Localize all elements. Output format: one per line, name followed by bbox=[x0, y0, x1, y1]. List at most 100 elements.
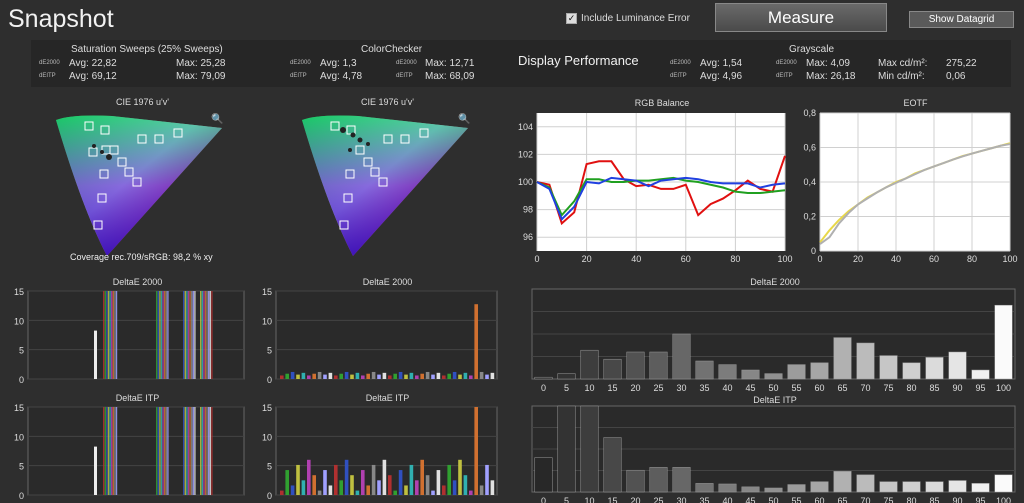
bar bbox=[948, 480, 967, 493]
bar bbox=[431, 490, 435, 495]
sweep-bar bbox=[184, 407, 186, 495]
bar bbox=[458, 459, 462, 495]
x-tick-label: 10 bbox=[584, 496, 594, 503]
y-tick-label: 5 bbox=[267, 462, 272, 472]
x-tick-label: 65 bbox=[837, 383, 847, 393]
bar bbox=[382, 372, 387, 379]
bar bbox=[925, 357, 944, 380]
bar bbox=[672, 467, 691, 493]
x-tick-label: 60 bbox=[929, 254, 939, 264]
sat-max-deitp: Max: 79,09 bbox=[176, 71, 226, 82]
sweep-bar bbox=[189, 407, 191, 495]
bar bbox=[672, 333, 691, 380]
bar bbox=[436, 372, 441, 379]
bar bbox=[833, 471, 852, 493]
x-tick-label: 95 bbox=[975, 496, 985, 503]
sweep-bar bbox=[200, 291, 202, 379]
bar bbox=[355, 490, 360, 495]
bar bbox=[409, 464, 414, 495]
x-tick-label: 80 bbox=[967, 254, 977, 264]
cie-diagram-right[interactable] bbox=[298, 108, 478, 263]
sweep-bar bbox=[191, 291, 193, 379]
x-tick-label: 20 bbox=[582, 254, 592, 264]
bar bbox=[388, 475, 392, 495]
bar bbox=[626, 469, 645, 493]
sweep-bar bbox=[200, 407, 202, 495]
rgb-balance-title: RGB Balance bbox=[634, 98, 690, 108]
search-icon[interactable]: 🔍 bbox=[458, 114, 470, 125]
x-tick-label: 20 bbox=[630, 383, 640, 393]
bar bbox=[741, 486, 760, 493]
sweep-bar bbox=[104, 407, 106, 495]
sweep-bar bbox=[103, 291, 105, 379]
stats-panel: Saturation Sweeps (25% Sweeps) dE2000 Av… bbox=[31, 40, 1011, 87]
sweep-bar bbox=[112, 291, 114, 379]
bar bbox=[301, 480, 306, 495]
luminance-error-checkbox[interactable]: ✓ Include Luminance Error bbox=[566, 13, 690, 24]
x-tick-label: 55 bbox=[791, 383, 801, 393]
sweep-bar bbox=[206, 407, 208, 495]
bar bbox=[290, 371, 295, 379]
cc-label2-de2000: dE2000 bbox=[396, 60, 417, 66]
x-tick-label: 30 bbox=[676, 383, 686, 393]
sweep-bar bbox=[109, 291, 111, 379]
x-tick-label: 80 bbox=[906, 496, 916, 503]
x-tick-label: 75 bbox=[883, 496, 893, 503]
bar bbox=[695, 483, 714, 493]
grayscale-de2000-chart[interactable]: 0 5 10 15 20 25 30 35 40 45 50 55 60 65 70 75 80 85 90 95 10… bbox=[512, 285, 1017, 393]
bar bbox=[447, 464, 451, 495]
y-tick-label: 15 bbox=[262, 287, 272, 297]
bar bbox=[409, 372, 414, 379]
cc-label-deitp: dEITP bbox=[290, 73, 307, 79]
sweep-bar bbox=[184, 291, 186, 379]
show-datagrid-button[interactable]: Show Datagrid bbox=[909, 11, 1014, 28]
colorchecker-deitp-chart[interactable]: 15 10 5 0 bbox=[256, 401, 501, 503]
sweep-bar bbox=[156, 291, 158, 379]
rgb-balance-chart[interactable]: 96 98 100 102 104 0 20 40 60 80 100 bbox=[512, 109, 797, 269]
bar bbox=[355, 372, 360, 379]
eotf-title: EOTF bbox=[903, 98, 928, 108]
bar bbox=[307, 375, 311, 379]
sweep-bar bbox=[191, 407, 193, 495]
x-tick-label: 40 bbox=[722, 383, 732, 393]
display-performance-label: Display Performance bbox=[518, 53, 639, 68]
gs-label2-de2000: dE2000 bbox=[776, 60, 797, 66]
bar bbox=[994, 474, 1013, 493]
saturation-deitp-chart[interactable]: 15 10 5 0 bbox=[8, 401, 248, 503]
sweep-bar bbox=[111, 407, 113, 495]
measure-button[interactable]: Measure bbox=[715, 3, 887, 32]
bar bbox=[366, 373, 370, 379]
bar bbox=[404, 374, 408, 379]
sweep-bar bbox=[183, 407, 185, 495]
bar bbox=[925, 481, 944, 493]
bar bbox=[580, 405, 599, 493]
sweep-bar bbox=[206, 291, 208, 379]
gs-avg-de2000: Avg: 1,54 bbox=[700, 58, 743, 69]
bar bbox=[626, 351, 645, 380]
gs-cdmax-label: Max cd/m²: bbox=[878, 58, 928, 69]
x-tick-label: 35 bbox=[699, 496, 709, 503]
search-icon[interactable]: 🔍 bbox=[211, 114, 223, 125]
x-tick-label: 15 bbox=[607, 383, 617, 393]
cc-label-de2000: dE2000 bbox=[290, 60, 311, 66]
bar bbox=[603, 437, 622, 493]
bar bbox=[334, 375, 338, 379]
sweep-bar bbox=[167, 407, 169, 495]
y-tick-label: 0,6 bbox=[803, 143, 816, 153]
sweep-bar bbox=[160, 291, 163, 379]
y-tick-label: 0,8 bbox=[803, 109, 816, 118]
cc-title: ColorChecker bbox=[361, 44, 423, 55]
bar bbox=[317, 490, 322, 495]
bar bbox=[371, 464, 376, 495]
cie-diagram-left[interactable] bbox=[52, 108, 232, 263]
colorchecker-de2000-chart[interactable]: 15 10 5 0 bbox=[256, 285, 501, 387]
x-tick-label: 40 bbox=[722, 496, 732, 503]
bar bbox=[787, 484, 806, 493]
y-tick-label: 5 bbox=[19, 462, 24, 472]
grayscale-deitp-chart[interactable]: 0 5 10 15 20 25 30 35 40 45 50 55 60 65 70 75 80 85 90 95 10… bbox=[512, 402, 1017, 503]
x-tick-label: 50 bbox=[768, 496, 778, 503]
y-tick-label: 5 bbox=[19, 346, 24, 356]
saturation-de2000-chart[interactable]: 15 10 5 0 bbox=[8, 285, 248, 387]
eotf-chart[interactable]: 0 0,2 0,4 0,6 0,8 0 20 40 60 80 100 bbox=[796, 109, 1021, 269]
bar bbox=[377, 480, 381, 495]
